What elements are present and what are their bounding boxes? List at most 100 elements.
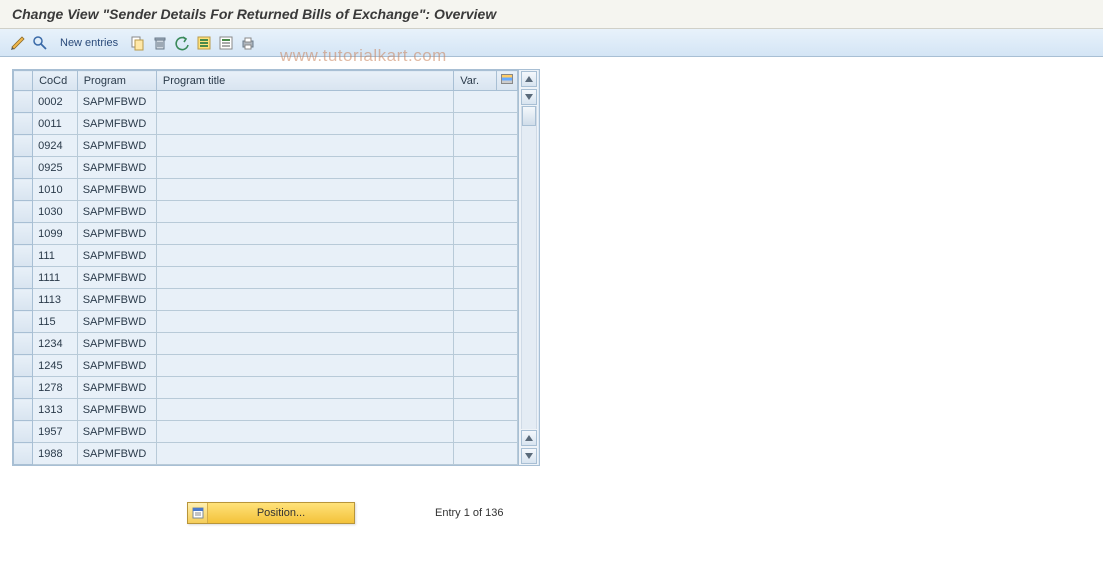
column-header-cocd[interactable]: CoCd <box>33 71 78 91</box>
cell-var[interactable] <box>454 179 518 201</box>
cell-cocd[interactable]: 0925 <box>33 157 78 179</box>
row-selector[interactable] <box>14 377 33 399</box>
cell-cocd[interactable]: 1113 <box>33 289 78 311</box>
row-selector[interactable] <box>14 135 33 157</box>
cell-var[interactable] <box>454 135 518 157</box>
row-selector[interactable] <box>14 113 33 135</box>
cell-var[interactable] <box>454 223 518 245</box>
cell-program[interactable]: SAPMFBWD <box>77 443 156 465</box>
row-selector[interactable] <box>14 179 33 201</box>
row-selector[interactable] <box>14 91 33 113</box>
new-entries-button[interactable]: New entries <box>54 35 124 51</box>
select-all-header[interactable] <box>14 71 33 91</box>
row-selector[interactable] <box>14 421 33 443</box>
toggle-display-change-icon[interactable] <box>10 35 26 51</box>
column-header-title[interactable]: Program title <box>156 71 453 91</box>
cell-title[interactable] <box>156 91 453 113</box>
cell-var[interactable] <box>454 113 518 135</box>
table-settings-button[interactable] <box>496 71 517 91</box>
scroll-down-button-bottom[interactable] <box>521 448 537 464</box>
row-selector[interactable] <box>14 333 33 355</box>
cell-program[interactable]: SAPMFBWD <box>77 355 156 377</box>
row-selector[interactable] <box>14 399 33 421</box>
cell-title[interactable] <box>156 443 453 465</box>
cell-program[interactable]: SAPMFBWD <box>77 267 156 289</box>
cell-title[interactable] <box>156 201 453 223</box>
cell-var[interactable] <box>454 377 518 399</box>
scroll-up-button-bottom[interactable] <box>521 430 537 446</box>
cell-cocd[interactable]: 1313 <box>33 399 78 421</box>
cell-cocd[interactable]: 1234 <box>33 333 78 355</box>
cell-var[interactable] <box>454 289 518 311</box>
cell-program[interactable]: SAPMFBWD <box>77 311 156 333</box>
cell-program[interactable]: SAPMFBWD <box>77 421 156 443</box>
cell-cocd[interactable]: 0011 <box>33 113 78 135</box>
cell-title[interactable] <box>156 157 453 179</box>
cell-program[interactable]: SAPMFBWD <box>77 333 156 355</box>
cell-cocd[interactable]: 1099 <box>33 223 78 245</box>
cell-cocd[interactable]: 115 <box>33 311 78 333</box>
row-selector[interactable] <box>14 443 33 465</box>
cell-program[interactable]: SAPMFBWD <box>77 201 156 223</box>
row-selector[interactable] <box>14 157 33 179</box>
cell-var[interactable] <box>454 311 518 333</box>
undo-icon[interactable] <box>174 35 190 51</box>
cell-program[interactable]: SAPMFBWD <box>77 399 156 421</box>
cell-title[interactable] <box>156 355 453 377</box>
cell-title[interactable] <box>156 377 453 399</box>
cell-title[interactable] <box>156 113 453 135</box>
cell-var[interactable] <box>454 333 518 355</box>
cell-var[interactable] <box>454 201 518 223</box>
select-all-icon[interactable] <box>196 35 212 51</box>
row-selector[interactable] <box>14 289 33 311</box>
cell-cocd[interactable]: 0924 <box>33 135 78 157</box>
cell-title[interactable] <box>156 179 453 201</box>
cell-title[interactable] <box>156 311 453 333</box>
details-icon[interactable] <box>32 35 48 51</box>
cell-cocd[interactable]: 111 <box>33 245 78 267</box>
cell-var[interactable] <box>454 399 518 421</box>
row-selector[interactable] <box>14 355 33 377</box>
row-selector[interactable] <box>14 245 33 267</box>
cell-cocd[interactable]: 1010 <box>33 179 78 201</box>
copy-icon[interactable] <box>130 35 146 51</box>
cell-program[interactable]: SAPMFBWD <box>77 135 156 157</box>
cell-program[interactable]: SAPMFBWD <box>77 245 156 267</box>
cell-title[interactable] <box>156 421 453 443</box>
row-selector[interactable] <box>14 223 33 245</box>
row-selector[interactable] <box>14 201 33 223</box>
cell-cocd[interactable]: 0002 <box>33 91 78 113</box>
delete-icon[interactable] <box>152 35 168 51</box>
cell-title[interactable] <box>156 245 453 267</box>
column-header-program[interactable]: Program <box>77 71 156 91</box>
cell-program[interactable]: SAPMFBWD <box>77 113 156 135</box>
cell-var[interactable] <box>454 421 518 443</box>
cell-program[interactable]: SAPMFBWD <box>77 289 156 311</box>
cell-title[interactable] <box>156 135 453 157</box>
scrollbar-thumb[interactable] <box>522 106 536 126</box>
cell-cocd[interactable]: 1030 <box>33 201 78 223</box>
cell-cocd[interactable]: 1278 <box>33 377 78 399</box>
cell-program[interactable]: SAPMFBWD <box>77 223 156 245</box>
cell-title[interactable] <box>156 289 453 311</box>
cell-cocd[interactable]: 1245 <box>33 355 78 377</box>
position-button[interactable]: Position... <box>187 502 355 524</box>
row-selector[interactable] <box>14 311 33 333</box>
column-header-var[interactable]: Var. <box>454 71 496 91</box>
cell-program[interactable]: SAPMFBWD <box>77 179 156 201</box>
row-selector[interactable] <box>14 267 33 289</box>
cell-var[interactable] <box>454 245 518 267</box>
cell-title[interactable] <box>156 399 453 421</box>
deselect-all-icon[interactable] <box>218 35 234 51</box>
cell-title[interactable] <box>156 223 453 245</box>
scrollbar-track[interactable] <box>521 106 537 429</box>
print-icon[interactable] <box>240 35 256 51</box>
cell-var[interactable] <box>454 91 518 113</box>
scroll-up-button[interactable] <box>521 71 537 87</box>
cell-var[interactable] <box>454 267 518 289</box>
cell-program[interactable]: SAPMFBWD <box>77 377 156 399</box>
cell-cocd[interactable]: 1957 <box>33 421 78 443</box>
scroll-down-button[interactable] <box>521 89 537 105</box>
cell-title[interactable] <box>156 333 453 355</box>
cell-program[interactable]: SAPMFBWD <box>77 91 156 113</box>
